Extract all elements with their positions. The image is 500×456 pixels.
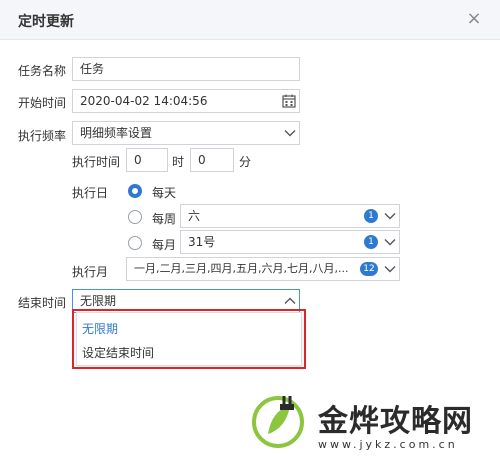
exec-month-count-badge: 12: [360, 262, 378, 276]
monthly-value: 31号: [188, 235, 216, 249]
frequency-value: 明细频率设置: [80, 126, 153, 140]
start-time-input[interactable]: 2020-04-02 14:04:56: [72, 89, 300, 113]
exec-month-value: 一月,二月,三月,四月,五月,六月,七月,八月,...: [134, 262, 349, 275]
start-time-label: 开始时间: [18, 96, 67, 110]
weekly-count-badge: 1: [364, 209, 378, 223]
chevron-down-icon[interactable]: [383, 209, 397, 223]
highlight-box: [72, 309, 306, 369]
frequency-select[interactable]: 明细频率设置: [72, 121, 300, 145]
exec-hour-input[interactable]: 0: [126, 148, 168, 172]
dialog-title: 定时更新: [18, 14, 74, 30]
radio-daily[interactable]: [128, 184, 142, 198]
end-time-label: 结束时间: [18, 296, 67, 310]
start-time-value: 2020-04-02 14:04:56: [80, 94, 208, 108]
task-name-label: 任务名称: [18, 64, 67, 78]
chevron-down-icon[interactable]: [283, 126, 297, 140]
exec-minute-input[interactable]: 0: [190, 148, 234, 172]
monthly-count-badge: 1: [364, 235, 378, 249]
calendar-icon[interactable]: [282, 94, 296, 108]
exec-month-label: 执行月: [72, 265, 109, 279]
chevron-down-icon[interactable]: [383, 235, 397, 249]
exec-day-label: 执行日: [72, 186, 109, 200]
weekly-value: 六: [188, 209, 201, 223]
close-icon[interactable]: ×: [464, 9, 484, 29]
task-name-input[interactable]: 任务: [72, 57, 300, 81]
chevron-down-icon[interactable]: [383, 262, 397, 276]
weekly-label: 每周: [152, 212, 177, 226]
watermark-url: www.jykz.com.cn: [318, 438, 458, 451]
monthly-label: 每月: [152, 238, 177, 252]
radio-weekly[interactable]: [128, 210, 142, 224]
end-time-value: 无限期: [80, 294, 117, 308]
brand-logo-icon: [252, 396, 304, 448]
watermark-brand: 金烨攻略网: [318, 404, 473, 439]
exec-month-select[interactable]: 一月,二月,三月,四月,五月,六月,七月,八月,...: [126, 257, 400, 281]
hour-unit-label: 时: [172, 155, 185, 169]
dialog-header: [0, 0, 500, 40]
radio-monthly[interactable]: [128, 236, 142, 250]
frequency-label: 执行频率: [18, 129, 67, 143]
chevron-up-icon[interactable]: [283, 294, 297, 308]
exec-time-label: 执行时间: [72, 155, 121, 169]
daily-label: 每天: [152, 186, 177, 200]
minute-unit-label: 分: [239, 155, 252, 169]
